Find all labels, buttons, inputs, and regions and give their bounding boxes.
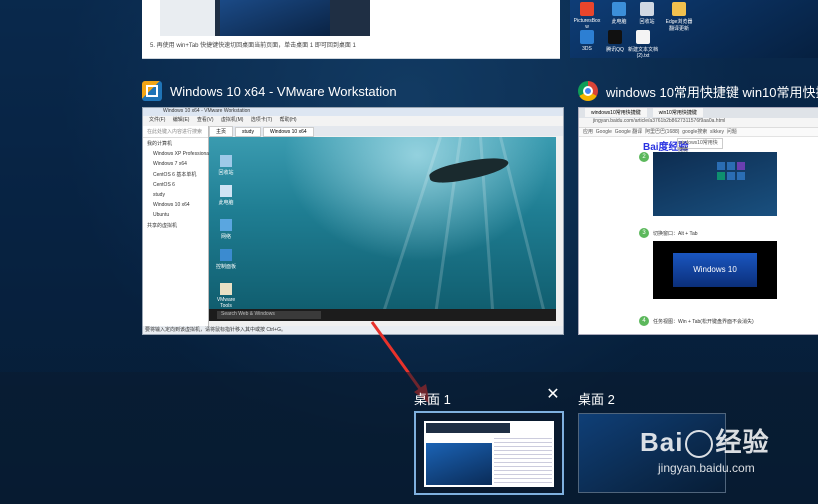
desktop-1-window-part xyxy=(426,423,510,433)
desktop-1-window-part xyxy=(426,443,492,485)
watermark-url: jingyan.baidu.com xyxy=(658,461,755,475)
baidu-jingyan-watermark: Bai 经验 jingyan.baidu.com xyxy=(640,422,810,494)
desktop-2-label[interactable]: 桌面 2 xyxy=(578,389,615,408)
desktop-1-label[interactable]: 桌面 1 xyxy=(414,389,451,408)
close-icon[interactable]: ✕ xyxy=(546,387,560,403)
watermark-logo-right: 经验 xyxy=(715,427,770,457)
desktop-1-window-part xyxy=(494,435,552,485)
watermark-logo: Bai 经验 xyxy=(640,422,810,459)
desktop-1-window xyxy=(424,421,554,487)
desktop-1-thumbnail[interactable] xyxy=(414,411,564,495)
baidu-paw-icon xyxy=(685,430,714,459)
watermark-logo-left: Bai xyxy=(640,427,684,457)
